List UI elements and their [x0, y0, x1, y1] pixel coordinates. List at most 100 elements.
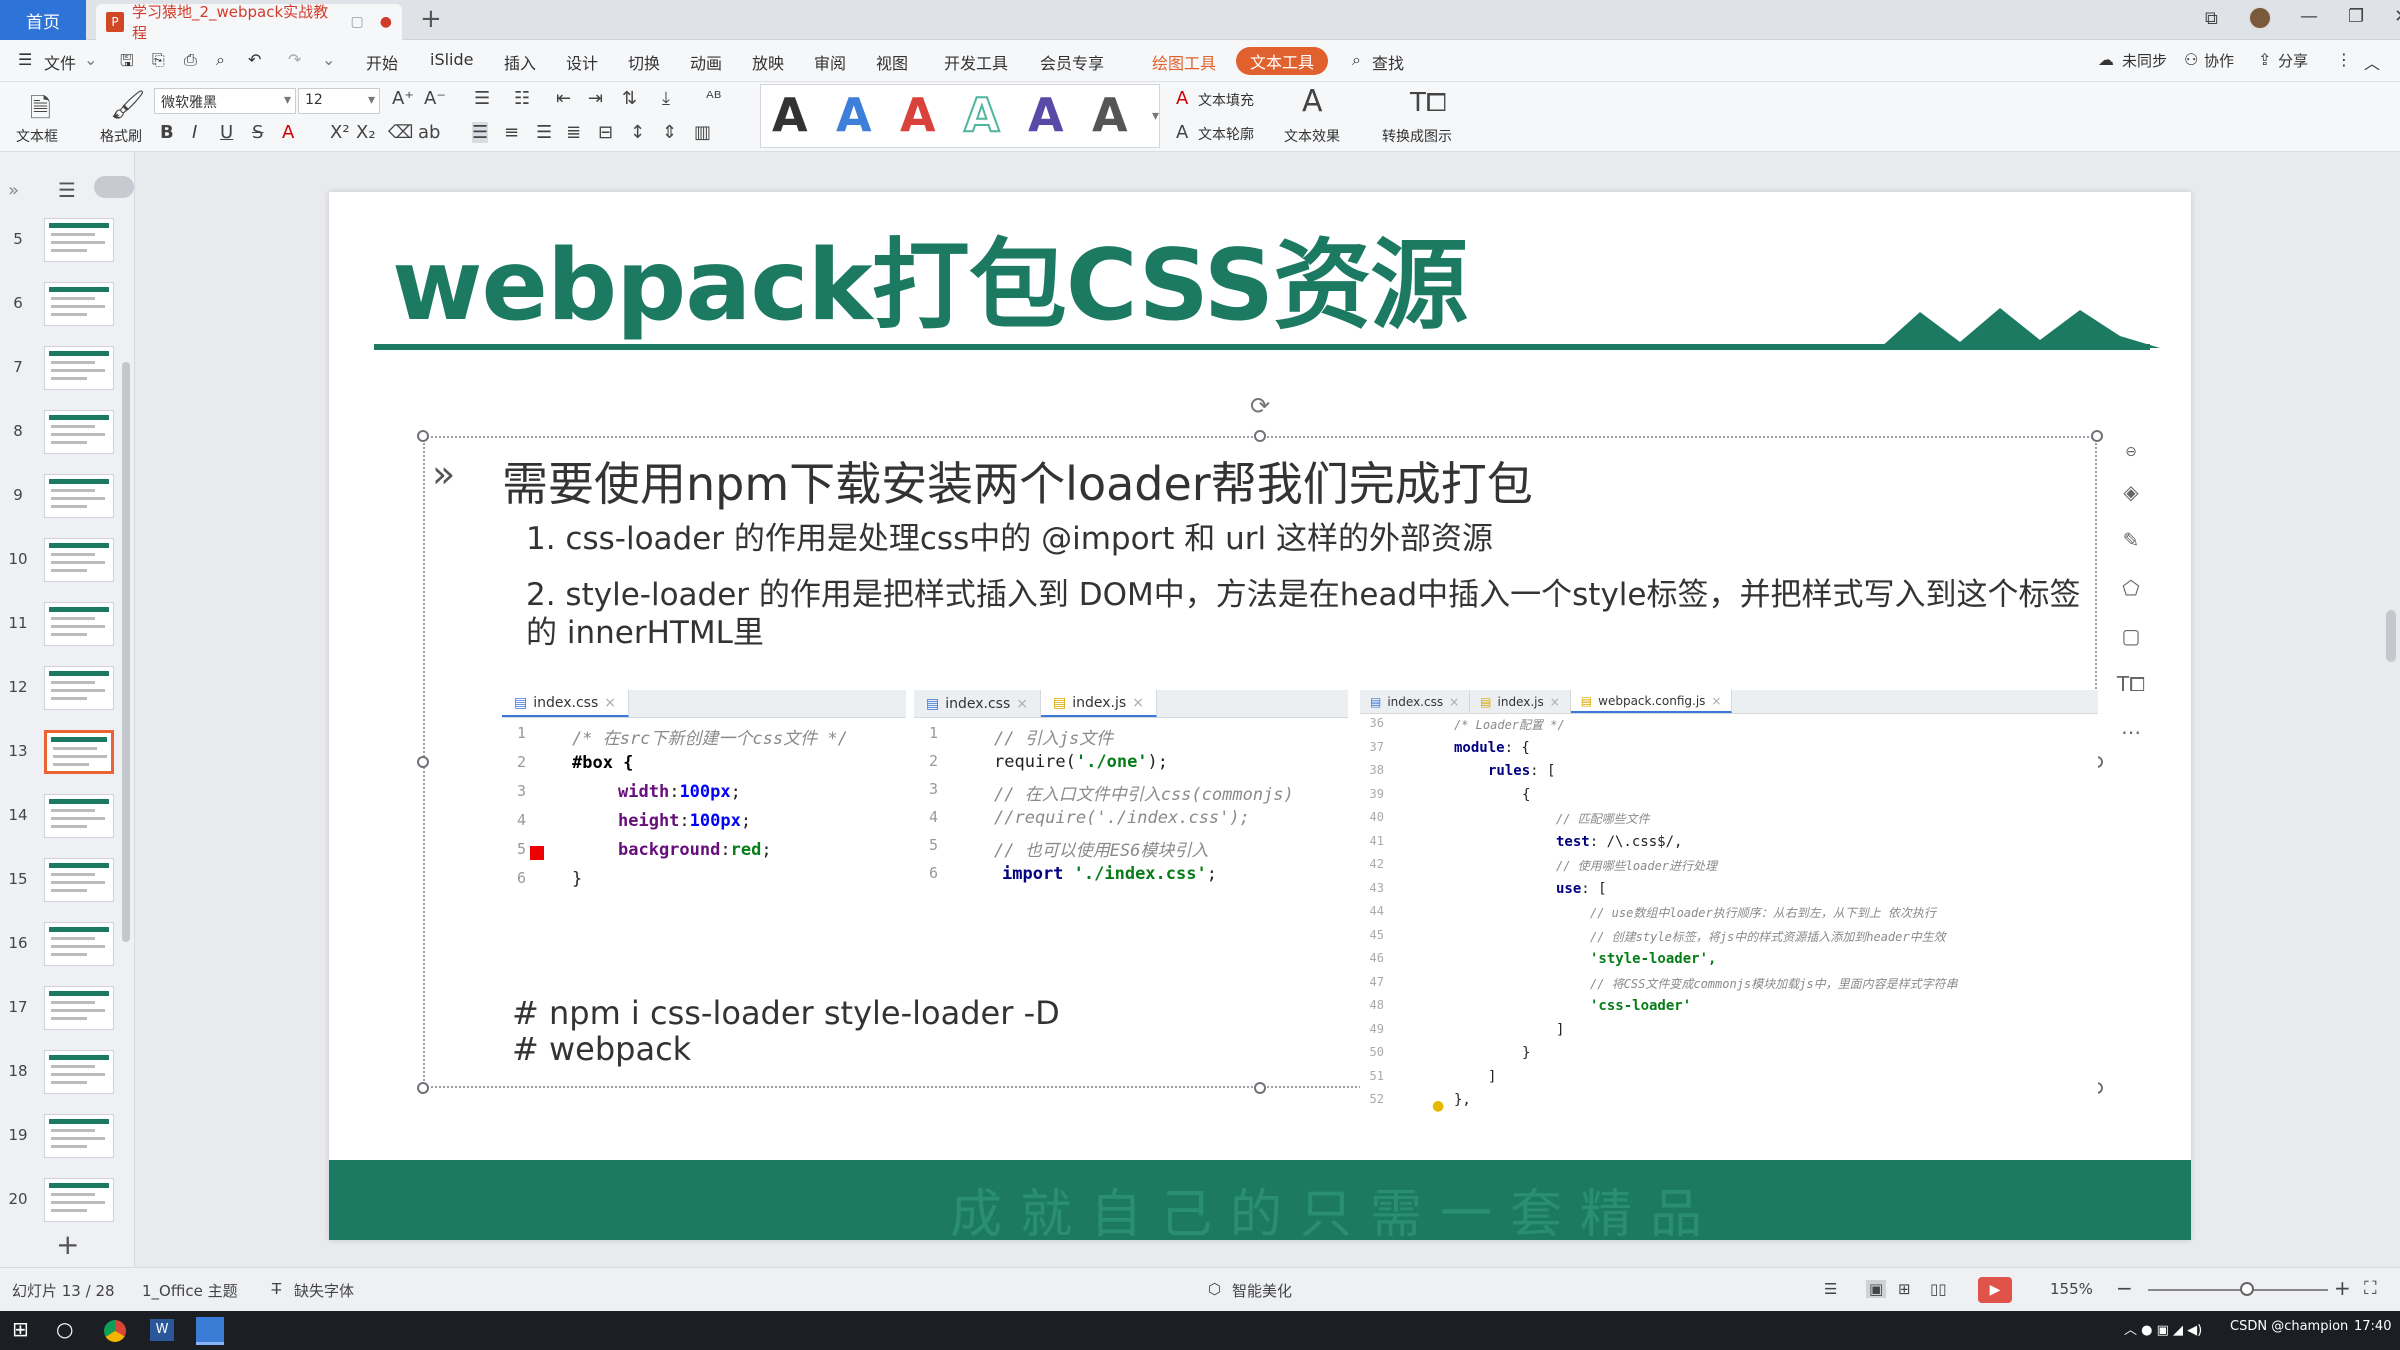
slide-thumbnail[interactable]	[44, 858, 114, 902]
sub-point-1[interactable]: 1. css-loader 的作用是处理css中的 @import 和 url …	[526, 520, 1493, 558]
wps-app-icon[interactable]: W	[150, 1319, 174, 1341]
format-painter-icon[interactable]: 🖌	[110, 88, 146, 121]
missing-font-button[interactable]: 缺失字体	[294, 1280, 354, 1301]
zoom-level[interactable]: 155%	[2050, 1280, 2093, 1298]
outline-view-icon[interactable]: ☰	[58, 178, 76, 202]
fit-window-icon[interactable]: ⛶	[2364, 1278, 2377, 1299]
restore-button[interactable]: ❐	[2348, 6, 2364, 27]
sorter-view-icon[interactable]: ⊞	[1898, 1280, 1911, 1298]
play-slideshow-icon[interactable]: ▶	[1978, 1277, 2012, 1303]
tab-index-css[interactable]: ▤ index.css ×	[502, 690, 630, 717]
close-icon[interactable]: ×	[604, 695, 616, 711]
slide-thumbnail[interactable]	[44, 410, 114, 454]
code-line[interactable]: 5 // 也可以使用ES6模块引入	[914, 836, 1348, 865]
more-options-icon[interactable]: ⋯	[2113, 714, 2149, 750]
decrease-indent-icon[interactable]: ⇤	[556, 88, 571, 109]
distribute-icon[interactable]: ⊟	[598, 122, 613, 143]
code-line[interactable]: 51]	[1360, 1069, 2098, 1092]
code-line[interactable]: 50}	[1360, 1045, 2098, 1068]
slide-thumbnail[interactable]	[44, 538, 114, 582]
export-icon[interactable]: ⎘	[152, 50, 165, 70]
menu-drawing-tools[interactable]: 绘图工具	[1152, 50, 1216, 74]
code-line[interactable]: 40 // 匹配哪些文件	[1360, 810, 2098, 833]
slide-thumbnail[interactable]	[44, 1050, 114, 1094]
code-line[interactable]: 45 // 创建style标签，将js中的样式资源插入添加到header中生效	[1360, 928, 2098, 951]
slide-thumbnail[interactable]	[44, 218, 114, 262]
text-style-blue[interactable]: A	[836, 88, 872, 142]
sub-point-2[interactable]: 2. style-loader 的作用是把样式插入到 DOM中，方法是在head…	[526, 576, 2086, 614]
code-line[interactable]: 36 /* Loader配置 */	[1360, 716, 2098, 739]
menu-view[interactable]: 视图	[876, 50, 908, 74]
align-left-icon[interactable]: ☰	[472, 122, 489, 143]
tab-list-icon[interactable]: ⧉	[2205, 8, 2218, 29]
text-fill-button[interactable]: 文本填充	[1198, 90, 1254, 110]
font-name-select[interactable]: 微软雅黑 ▾	[154, 88, 296, 114]
avatar[interactable]	[2247, 6, 2272, 30]
text-direction-icon[interactable]: ⇅	[622, 88, 637, 109]
sync-status[interactable]: 未同步	[2122, 50, 2167, 71]
menu-file[interactable]: 文件	[44, 50, 76, 74]
italic-icon[interactable]: I	[192, 122, 197, 143]
code-line[interactable]: 38 rules: [	[1360, 763, 2098, 786]
monitor-icon[interactable]: ▢	[351, 14, 364, 30]
code-line[interactable]: 3 // 在入口文件中引入css(commonjs)	[914, 780, 1348, 809]
font-color-icon[interactable]: A	[282, 122, 294, 143]
menu-start[interactable]: 开始	[366, 50, 398, 74]
collapse-toolbar-icon[interactable]: ⊖	[2113, 434, 2149, 470]
share-button[interactable]: 分享	[2278, 50, 2308, 71]
convert-diagram-button[interactable]: 转换成图示	[1382, 126, 1452, 146]
smart-beautify-button[interactable]: 智能美化	[1232, 1280, 1292, 1301]
font-shrink-icon[interactable]: A⁻	[424, 88, 446, 109]
resize-handle-s[interactable]	[1254, 1082, 1266, 1094]
canvas-scrollbar[interactable]	[2386, 610, 2396, 662]
chrome-icon[interactable]	[104, 1320, 126, 1342]
lightbulb-icon[interactable]: ●	[1432, 1098, 1444, 1114]
text-style-red[interactable]: A	[900, 88, 936, 142]
shape-icon[interactable]: ⬠	[2113, 570, 2149, 606]
justify-icon[interactable]: ≣	[566, 122, 581, 143]
text-style-purple[interactable]: A	[1028, 88, 1064, 142]
numbered-list-icon[interactable]: ☷	[514, 88, 530, 109]
menu-developer[interactable]: 开发工具	[944, 50, 1008, 74]
code-line[interactable]: 3 width:100px;	[502, 782, 906, 811]
para-spacing-icon[interactable]: ⇕	[662, 122, 677, 143]
cortana-icon[interactable]: ○	[56, 1317, 73, 1341]
superscript-icon[interactable]: X²	[330, 122, 350, 143]
code-line[interactable]: 2 #box {	[502, 753, 906, 782]
text-outline-icon[interactable]: A	[1176, 122, 1188, 143]
zoom-slider-thumb[interactable]	[2240, 1282, 2254, 1296]
reading-view-icon[interactable]: ▯▯	[1930, 1280, 1947, 1298]
chevron-down-icon[interactable]: ⌄	[84, 50, 97, 69]
underline-icon[interactable]: U	[220, 122, 233, 143]
active-app-icon[interactable]	[196, 1317, 224, 1345]
slide-thumbnail[interactable]	[44, 922, 114, 966]
tray-icons[interactable]: ︿ ● ▣ ◢ ◀)	[2124, 1319, 2202, 1338]
code-line[interactable]: 4 height:100px;	[502, 811, 906, 840]
text-effect-icon[interactable]: A	[1302, 84, 1323, 119]
tab-webpack-config[interactable]: ▤ webpack.config.js ×	[1570, 690, 1733, 713]
clock[interactable]: 17:40	[2354, 1319, 2391, 1334]
code-line[interactable]: 2 require('./one');	[914, 752, 1348, 781]
code-line[interactable]: 6}	[502, 869, 906, 898]
resize-handle-sw[interactable]	[417, 1082, 429, 1094]
slide-thumbnail[interactable]	[44, 474, 114, 518]
document-tab[interactable]: P 学习猿地_2_webpack实战教程 ▢ ●	[96, 3, 402, 42]
more-icon[interactable]: ⋮	[2336, 50, 2352, 69]
slide-title[interactable]: webpack打包CSS资源	[392, 206, 1468, 348]
menu-member[interactable]: 会员专享	[1040, 50, 1104, 74]
search-icon[interactable]: ⌕	[1352, 50, 1361, 70]
collapse-ribbon-icon[interactable]: ︿	[2364, 50, 2380, 74]
redo-icon[interactable]: ↷	[288, 50, 301, 69]
zoom-out-button[interactable]: −	[2116, 1276, 2133, 1300]
slide-thumbnail[interactable]	[44, 666, 114, 710]
text-style-teal-outline[interactable]: A	[963, 87, 1001, 143]
code-line[interactable]: 44 // use数组中loader执行顺序：从右到左，从下到上 依次执行	[1360, 904, 2098, 927]
search-label[interactable]: 查找	[1372, 50, 1404, 74]
code-line[interactable]: 5 background:red;	[502, 840, 906, 869]
print-icon[interactable]: ⎙	[184, 50, 197, 70]
slide-thumbnail[interactable]	[44, 730, 114, 774]
npm-install-command[interactable]: # npm i css-loader style-loader -D	[512, 994, 1060, 1032]
collaborate-button[interactable]: 协作	[2204, 50, 2234, 71]
unsaved-dot-icon[interactable]: ●	[380, 14, 392, 30]
close-icon[interactable]: ×	[1550, 695, 1560, 709]
